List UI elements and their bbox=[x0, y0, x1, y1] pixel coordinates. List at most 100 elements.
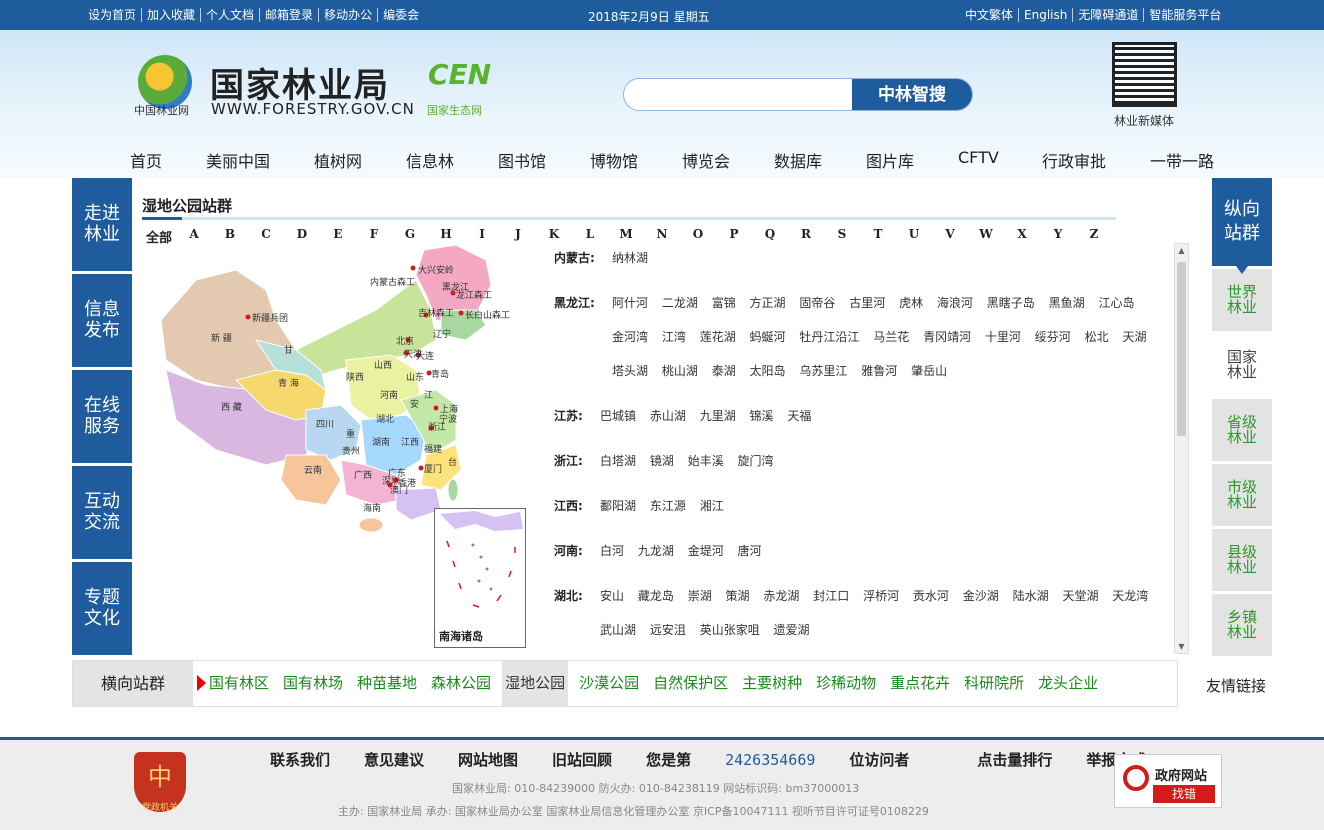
lake-link[interactable]: 唐河 bbox=[738, 544, 762, 558]
nav-item-beautiful-china[interactable]: 美丽中国 bbox=[206, 148, 270, 172]
lake-link[interactable]: 青冈靖河 bbox=[923, 330, 971, 344]
lake-link[interactable]: 江湾 bbox=[662, 330, 686, 344]
lake-link[interactable]: 武山湖 bbox=[600, 623, 636, 637]
lake-link[interactable]: 巴城镇 bbox=[600, 409, 636, 423]
lake-link[interactable]: 二龙湖 bbox=[662, 296, 698, 310]
sidebar-item-online-service[interactable]: 在线 服务 bbox=[72, 370, 132, 463]
lake-link[interactable]: 黑鱼湖 bbox=[1049, 296, 1085, 310]
lake-link[interactable]: 远安沮 bbox=[650, 623, 686, 637]
nav-item-home[interactable]: 首页 bbox=[130, 148, 162, 172]
lake-link[interactable]: 天福 bbox=[787, 409, 811, 423]
lake-link[interactable]: 乌苏里江 bbox=[799, 364, 847, 378]
top-link-mobile-office[interactable]: 移动办公 bbox=[319, 8, 379, 22]
search-button[interactable]: 中林智搜 bbox=[852, 79, 972, 110]
search-input[interactable] bbox=[636, 85, 846, 105]
scroll-up-icon[interactable]: ▲ bbox=[1177, 246, 1186, 255]
lake-link[interactable]: 雅鲁河 bbox=[861, 364, 897, 378]
top-link-editorial[interactable]: 编委会 bbox=[378, 8, 424, 22]
station-link-leading-enterprises[interactable]: 龙头企业 bbox=[1035, 661, 1101, 706]
lake-link[interactable]: 始丰溪 bbox=[688, 454, 724, 468]
sidebar-item-provincial-forestry[interactable]: 省级 林业 bbox=[1212, 399, 1272, 461]
filter-letter[interactable]: V bbox=[932, 227, 968, 246]
lake-link[interactable]: 富锦 bbox=[712, 296, 736, 310]
lake-link[interactable]: 白塔湖 bbox=[600, 454, 636, 468]
filter-letter[interactable]: N bbox=[644, 227, 680, 246]
lake-link[interactable]: 海浪河 bbox=[937, 296, 973, 310]
lake-link[interactable]: 崇湖 bbox=[688, 589, 712, 603]
top-link-traditional[interactable]: 中文繁体 bbox=[960, 8, 1020, 22]
filter-letter[interactable]: M bbox=[608, 227, 644, 246]
footer-link-contact[interactable]: 联系我们 bbox=[270, 749, 330, 770]
lake-link[interactable]: 白河 bbox=[600, 544, 624, 558]
lake-link[interactable]: 藏龙岛 bbox=[638, 589, 674, 603]
filter-letter[interactable]: Z bbox=[1076, 227, 1112, 246]
nav-item-belt-road[interactable]: 一带一路 bbox=[1150, 148, 1214, 172]
lake-link[interactable]: 泰湖 bbox=[712, 364, 736, 378]
filter-letter[interactable]: K bbox=[536, 227, 572, 246]
lake-link[interactable]: 贡水河 bbox=[913, 589, 949, 603]
scroll-down-icon[interactable]: ▼ bbox=[1177, 642, 1186, 651]
top-link-homepage[interactable]: 设为首页 bbox=[88, 8, 143, 22]
lake-link[interactable]: 镜湖 bbox=[650, 454, 674, 468]
nav-item-admin-approval[interactable]: 行政审批 bbox=[1042, 148, 1106, 172]
lake-link[interactable]: 古里河 bbox=[849, 296, 885, 310]
station-link-state-forest-farm[interactable]: 国有林场 bbox=[280, 661, 346, 706]
filter-letter[interactable]: Q bbox=[752, 227, 788, 246]
lake-link[interactable]: 虎林 bbox=[899, 296, 923, 310]
footer-link-sitemap[interactable]: 网站地图 bbox=[458, 749, 518, 770]
lake-link[interactable]: 赤龙湖 bbox=[763, 589, 799, 603]
lake-link[interactable]: 天龙湾 bbox=[1112, 589, 1148, 603]
south-china-sea-inset[interactable]: 南海诸岛 bbox=[434, 508, 526, 648]
eco-network-logo-icon[interactable]: CEN bbox=[428, 58, 491, 98]
lake-link[interactable]: 九里湖 bbox=[700, 409, 736, 423]
top-link-accessibility[interactable]: 无障碍通道 bbox=[1073, 8, 1145, 22]
sidebar-item-town-forestry[interactable]: 乡镇 林业 bbox=[1212, 594, 1272, 656]
gov-site-error-report-button[interactable]: 政府网站 找错 bbox=[1114, 754, 1222, 808]
lake-link[interactable]: 松北 bbox=[1085, 330, 1109, 344]
station-link-seedling-base[interactable]: 种苗基地 bbox=[354, 661, 420, 706]
top-link-favorite[interactable]: 加入收藏 bbox=[142, 8, 202, 22]
lake-link[interactable]: 天堂湖 bbox=[1062, 589, 1098, 603]
lake-link[interactable]: 金河湾 bbox=[612, 330, 648, 344]
top-link-smart-service[interactable]: 智能服务平台 bbox=[1144, 8, 1226, 22]
lake-link[interactable]: 黑瞎子岛 bbox=[987, 296, 1035, 310]
lake-link[interactable]: 马兰花 bbox=[873, 330, 909, 344]
filter-letter[interactable]: T bbox=[860, 227, 896, 246]
nav-item-database[interactable]: 数据库 bbox=[774, 148, 822, 172]
filter-letter[interactable]: Y bbox=[1040, 227, 1076, 246]
top-link-english[interactable]: English bbox=[1019, 8, 1074, 22]
lake-link[interactable]: 桃山湖 bbox=[662, 364, 698, 378]
nav-item-museum[interactable]: 博物馆 bbox=[590, 148, 638, 172]
sidebar-item-interaction[interactable]: 互动 交流 bbox=[72, 466, 132, 559]
nav-item-tree-planting[interactable]: 植树网 bbox=[314, 148, 362, 172]
footer-link-feedback[interactable]: 意见建议 bbox=[364, 749, 424, 770]
footer-link-old-site[interactable]: 旧站回顾 bbox=[552, 749, 612, 770]
lake-link[interactable]: 封江口 bbox=[813, 589, 849, 603]
station-link-wetland-park[interactable]: 湿地公园 bbox=[502, 661, 569, 706]
nav-item-cftv[interactable]: CFTV bbox=[958, 148, 999, 167]
sidebar-item-enter-forestry[interactable]: 走进 林业 bbox=[72, 178, 132, 271]
find-error-button[interactable]: 找错 bbox=[1153, 785, 1215, 803]
sidebar-item-county-forestry[interactable]: 县级 林业 bbox=[1212, 529, 1272, 591]
lake-link[interactable]: 阿什河 bbox=[612, 296, 648, 310]
scroll-thumb[interactable] bbox=[1177, 262, 1186, 436]
top-link-mail[interactable]: 邮箱登录 bbox=[260, 8, 320, 22]
lake-link[interactable]: 塔头湖 bbox=[612, 364, 648, 378]
sidebar-item-topics[interactable]: 专题 文化 bbox=[72, 562, 132, 655]
station-link-nature-reserve[interactable]: 自然保护区 bbox=[650, 661, 731, 706]
lake-link[interactable]: 遗爱湖 bbox=[774, 623, 810, 637]
lake-link[interactable]: 十里河 bbox=[985, 330, 1021, 344]
lake-link[interactable]: 金堤河 bbox=[688, 544, 724, 558]
filter-letter[interactable]: U bbox=[896, 227, 932, 246]
filter-letter[interactable]: X bbox=[1004, 227, 1040, 246]
lake-link[interactable]: 陆水湖 bbox=[1013, 589, 1049, 603]
station-link-key-flowers[interactable]: 重点花卉 bbox=[887, 661, 953, 706]
lake-link[interactable]: 浮桥河 bbox=[863, 589, 899, 603]
station-link-research-institutes[interactable]: 科研院所 bbox=[961, 661, 1027, 706]
station-link-main-tree-species[interactable]: 主要树种 bbox=[739, 661, 805, 706]
list-scrollbar[interactable]: ▲ ▼ bbox=[1174, 243, 1189, 654]
filter-letter[interactable]: S bbox=[824, 227, 860, 246]
lake-link[interactable]: 莲花湖 bbox=[700, 330, 736, 344]
filter-letter[interactable]: P bbox=[716, 227, 752, 246]
nav-item-expo[interactable]: 博览会 bbox=[682, 148, 730, 172]
